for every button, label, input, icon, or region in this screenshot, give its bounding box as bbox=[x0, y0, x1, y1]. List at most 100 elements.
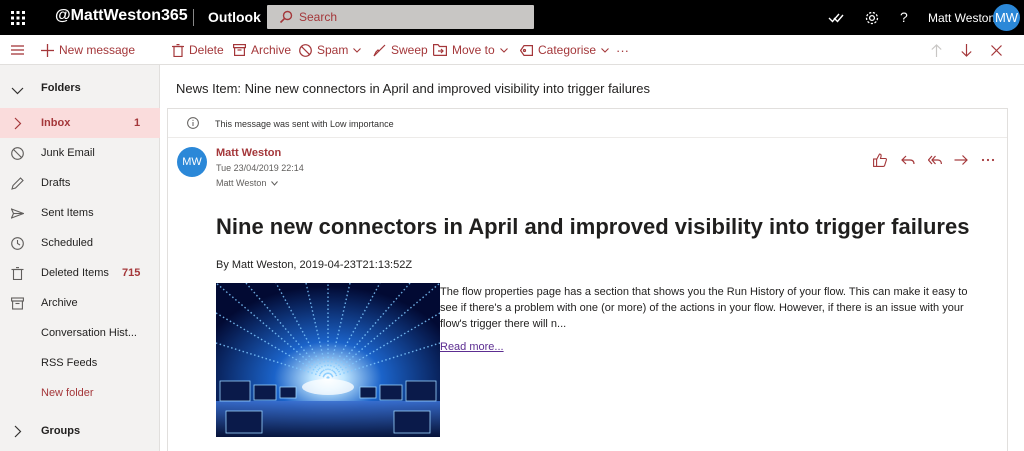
folders-header[interactable]: Folders bbox=[0, 73, 160, 103]
trash-icon bbox=[172, 43, 184, 57]
nav-item-rss-feeds[interactable]: RSS Feeds bbox=[0, 348, 160, 378]
block-icon bbox=[299, 43, 312, 57]
nav-item-inbox[interactable]: Inbox 1 bbox=[0, 108, 160, 138]
send-icon bbox=[11, 208, 24, 219]
message-date: Tue 23/04/2019 22:14 bbox=[216, 163, 304, 173]
article-headline: Nine new connectors in April and improve… bbox=[216, 214, 970, 239]
archive-icon bbox=[11, 297, 24, 310]
pencil-icon bbox=[11, 177, 24, 190]
nav-item-drafts[interactable]: Drafts bbox=[0, 168, 160, 198]
divider bbox=[193, 9, 194, 26]
nav-item-label: Drafts bbox=[41, 177, 71, 189]
more-options-button[interactable]: ··· bbox=[616, 35, 629, 65]
nav-item-deleted[interactable]: Deleted Items 715 bbox=[0, 258, 160, 288]
app-launcher-icon[interactable] bbox=[10, 10, 26, 26]
categorise-label: Categorise bbox=[538, 43, 597, 57]
nav-item-label: Junk Email bbox=[41, 147, 95, 159]
sender-avatar[interactable]: MW bbox=[177, 147, 207, 177]
categorise-button[interactable]: Categorise bbox=[520, 35, 614, 65]
nav-item-sent[interactable]: Sent Items bbox=[0, 198, 160, 228]
article-image bbox=[216, 283, 440, 437]
nav-item-conversation-history[interactable]: Conversation Hist... bbox=[0, 318, 160, 348]
recipient-name: Matt Weston bbox=[216, 178, 267, 188]
nav-item-label: Archive bbox=[41, 297, 78, 309]
folder-pane: Folders Inbox 1 Junk Email Drafts Sent I… bbox=[0, 65, 160, 451]
todo-check-icon[interactable] bbox=[828, 10, 844, 26]
nav-item-label: Deleted Items bbox=[41, 267, 109, 279]
delete-label: Delete bbox=[189, 43, 224, 57]
gear-icon[interactable] bbox=[864, 10, 880, 26]
unread-count: 1 bbox=[134, 117, 141, 129]
like-icon[interactable] bbox=[873, 153, 887, 167]
block-icon bbox=[11, 147, 24, 160]
help-icon[interactable]: ? bbox=[900, 9, 908, 25]
trash-icon bbox=[11, 267, 24, 280]
importance-info-bar: This message was sent with Low importanc… bbox=[168, 109, 1007, 138]
folders-label: Folders bbox=[41, 82, 81, 94]
chevron-down-icon bbox=[353, 47, 362, 53]
unread-count: 715 bbox=[122, 267, 141, 279]
nav-item-archive[interactable]: Archive bbox=[0, 288, 160, 318]
reply-all-icon[interactable] bbox=[928, 153, 942, 167]
chevron-right-icon bbox=[14, 425, 22, 438]
nav-item-label: Scheduled bbox=[41, 237, 93, 249]
info-icon bbox=[187, 117, 199, 129]
reply-icon[interactable] bbox=[901, 153, 915, 167]
hamburger-menu-icon[interactable] bbox=[11, 44, 24, 56]
groups-header[interactable]: Groups bbox=[0, 416, 160, 446]
recipient[interactable]: Matt Weston bbox=[216, 178, 278, 188]
folder-move-icon bbox=[433, 44, 447, 56]
archive-icon bbox=[233, 44, 246, 56]
spam-button[interactable]: Spam bbox=[299, 35, 366, 65]
clock-icon bbox=[11, 237, 24, 250]
app-name[interactable]: Outlook bbox=[208, 9, 261, 25]
sender-name[interactable]: Matt Weston bbox=[216, 147, 281, 159]
chevron-right-icon bbox=[14, 117, 22, 130]
user-name[interactable]: Matt Weston bbox=[928, 11, 995, 25]
search-icon bbox=[279, 10, 293, 24]
chevron-down-icon bbox=[11, 87, 24, 95]
avatar[interactable]: MW bbox=[993, 4, 1020, 31]
message-card: This message was sent with Low importanc… bbox=[167, 108, 1008, 451]
chevron-down-icon bbox=[601, 47, 609, 53]
move-to-label: Move to bbox=[452, 43, 495, 57]
article-byline: By Matt Weston, 2019-04-23T21:13:52Z bbox=[216, 259, 413, 271]
article-summary: The flow properties page has a section t… bbox=[440, 286, 968, 330]
delete-button[interactable]: Delete bbox=[172, 35, 224, 65]
new-folder-label: New folder bbox=[41, 387, 94, 399]
message-subject: News Item: Nine new connectors in April … bbox=[176, 81, 650, 96]
plus-icon bbox=[41, 43, 54, 57]
command-bar: New message Delete Archive Spam Sweep Mo… bbox=[0, 35, 1024, 65]
new-message-label: New message bbox=[59, 43, 136, 57]
archive-label: Archive bbox=[251, 43, 292, 57]
forward-icon[interactable] bbox=[954, 153, 968, 167]
importance-note: This message was sent with Low importanc… bbox=[215, 119, 394, 129]
org-name[interactable]: @MattWeston365 bbox=[55, 7, 188, 25]
groups-label: Groups bbox=[41, 425, 81, 437]
nav-item-label: RSS Feeds bbox=[41, 357, 98, 369]
chevron-down-icon bbox=[499, 47, 508, 53]
move-to-button[interactable]: Move to bbox=[433, 35, 513, 65]
search-input[interactable]: Search bbox=[299, 10, 337, 24]
spam-label: Spam bbox=[317, 43, 349, 57]
sweep-label: Sweep bbox=[391, 43, 428, 57]
search-box[interactable]: Search bbox=[267, 5, 534, 29]
chevron-down-icon bbox=[270, 181, 278, 186]
nav-item-scheduled[interactable]: Scheduled bbox=[0, 228, 160, 258]
archive-button[interactable]: Archive bbox=[233, 35, 291, 65]
sweep-button[interactable]: Sweep bbox=[373, 35, 428, 65]
new-folder-link[interactable]: New folder bbox=[0, 378, 160, 408]
top-bar: @MattWeston365 Outlook Search ? Matt Wes… bbox=[0, 0, 1024, 35]
new-message-button[interactable]: New message bbox=[41, 35, 135, 65]
nav-item-junk[interactable]: Junk Email bbox=[0, 138, 160, 168]
tag-icon bbox=[520, 44, 533, 56]
arrow-down-icon[interactable] bbox=[961, 44, 972, 57]
close-icon[interactable] bbox=[991, 45, 1002, 56]
more-actions-icon[interactable] bbox=[981, 153, 995, 167]
broom-icon bbox=[373, 44, 386, 56]
nav-item-label: Inbox bbox=[41, 117, 71, 129]
nav-item-label: Conversation Hist... bbox=[41, 327, 137, 339]
read-more-link[interactable]: Read more... bbox=[440, 341, 504, 353]
nav-item-label: Sent Items bbox=[41, 207, 94, 219]
arrow-up-icon[interactable] bbox=[931, 44, 942, 57]
